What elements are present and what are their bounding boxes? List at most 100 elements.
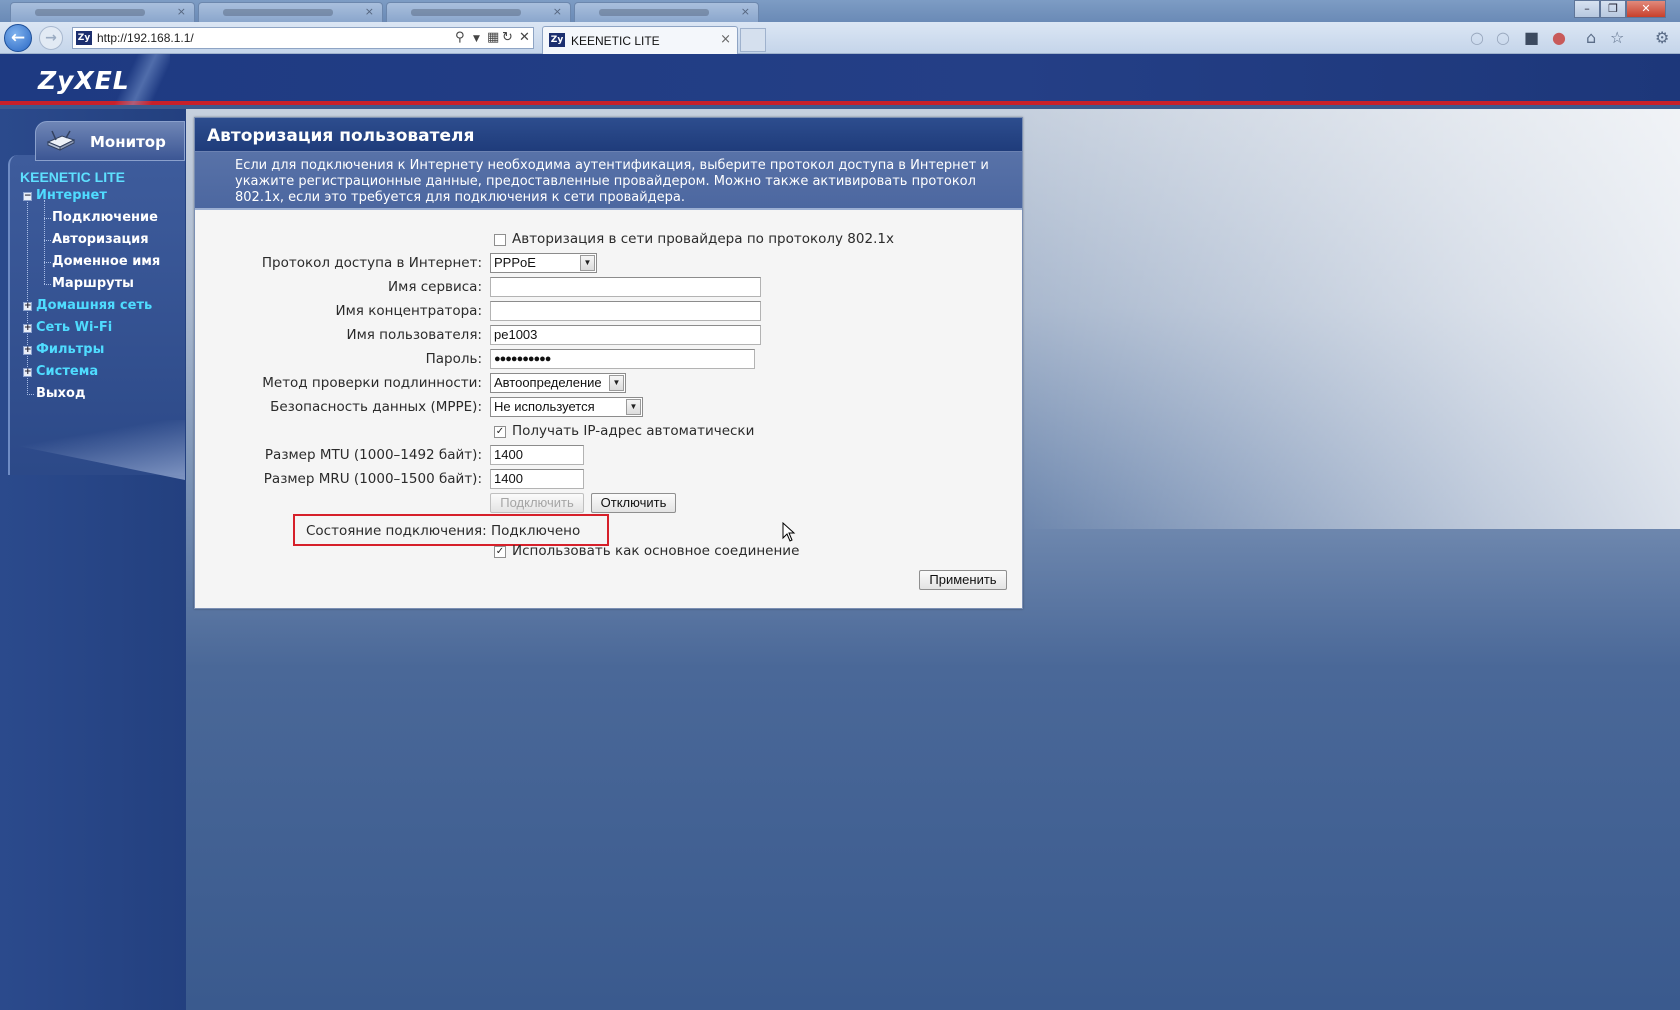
background-tab[interactable]: × [198,2,383,22]
sidebar-item-logout[interactable]: Выход [36,386,85,401]
concentrator-input[interactable] [490,301,761,321]
tab-title: KEENETIC LITE [571,34,660,48]
address-bar[interactable]: Zy http://192.168.1.1/ ⚲ ▼ ▦ ↻ ✕ [72,27,534,49]
stop-icon[interactable]: ✕ [519,30,530,45]
mtu-input[interactable]: 1400 [490,445,584,465]
tree-line [44,262,51,263]
mtu-label: Размер MTU (1000–1492 байт): [264,447,482,463]
sidebar-item-authorization[interactable]: Авторизация [52,232,149,247]
mru-input[interactable]: 1400 [490,469,584,489]
tree-line [44,284,51,285]
collapse-icon[interactable]: − [23,192,32,201]
background-tab[interactable]: × [574,2,759,22]
mru-label: Размер MRU (1000–1500 байт): [263,471,482,487]
refresh-icon[interactable]: ↻ [502,30,513,45]
sidebar-item-system[interactable]: Система [36,364,98,379]
expand-icon[interactable]: + [23,368,32,377]
tree-line [44,240,51,241]
expand-icon[interactable]: + [23,346,32,355]
tree-line [27,200,28,395]
new-tab-button[interactable] [740,28,766,52]
compatibility-icon[interactable]: ▦ [487,30,499,45]
apply-button[interactable]: Применить [919,570,1007,590]
expand-icon[interactable]: + [23,302,32,311]
gear-icon[interactable]: ⚙ [1655,28,1669,47]
auth-method-value: Автоопределение [494,375,602,390]
expand-icon[interactable]: + [23,324,32,333]
zyxel-favicon-icon: Zy [549,33,565,47]
username-label: Имя пользователя: [346,327,482,343]
browser-tabstrip: × × × × – ❐ ✕ [0,0,1680,22]
background-tab[interactable]: × [10,2,195,22]
browser-toolbar: ← → Zy http://192.168.1.1/ ⚲ ▼ ▦ ↻ ✕ Zy … [0,22,1680,54]
auto-ip-checkbox[interactable]: ✓ [494,426,506,438]
mppe-label: Безопасность данных (MPPE): [270,399,482,415]
close-icon[interactable]: × [720,32,731,47]
search-icon[interactable]: ⚲ [455,30,465,45]
dropdown-icon[interactable]: ▼ [473,34,480,44]
close-icon[interactable]: × [553,5,562,18]
auth-8021x-label: Авторизация в сети провайдера по протоко… [512,231,894,247]
connect-button[interactable]: Подключить [490,493,584,513]
url-text[interactable]: http://192.168.1.1/ [97,31,194,45]
password-label: Пароль: [425,351,482,367]
background-tab[interactable]: × [386,2,571,22]
sidebar-item-domain-name[interactable]: Доменное имя [52,254,160,269]
auth-8021x-checkbox[interactable] [494,234,506,246]
connection-status-text: Состояние подключения: Подключено [306,523,581,539]
service-name-input[interactable] [490,277,761,297]
monitor-button[interactable]: Монитор [35,121,185,161]
protocol-label: Протокол доступа в Интернет: [261,255,482,271]
sidebar-item-home-network[interactable]: Домашняя сеть [36,298,152,313]
primary-connection-checkbox[interactable]: ✓ [494,546,506,558]
sidebar-item-connection[interactable]: Подключение [52,210,158,225]
product-name: KEENETIC LITE [20,169,126,185]
favorites-star-icon[interactable]: ☆ [1610,28,1624,47]
mppe-select[interactable]: Не используется ▼ [490,397,643,417]
close-icon[interactable]: × [177,5,186,18]
auth-method-select[interactable]: Автоопределение ▼ [490,373,626,393]
sidebar-item-routes[interactable]: Маршруты [52,276,134,291]
extension-icon[interactable]: ○ [1470,28,1484,47]
minimize-button[interactable]: – [1574,0,1600,18]
sidebar-item-wifi[interactable]: Сеть Wi-Fi [36,320,112,335]
zyxel-logo: ZyXEL [38,66,130,95]
active-tab[interactable]: Zy KEENETIC LITE × [542,26,738,54]
extension-icon[interactable]: ■ [1524,28,1539,47]
auto-ip-label: Получать IP-адрес автоматически [512,423,755,439]
connection-status-box: Состояние подключения: Подключено [293,514,609,546]
sidebar-item-filters[interactable]: Фильтры [36,342,104,357]
tree-line [44,218,51,219]
panel-header: Авторизация пользователя [195,118,1022,152]
auth-method-label: Метод проверки подлинности: [262,375,482,391]
tree-line [27,394,34,395]
close-icon[interactable]: × [365,5,374,18]
dropdown-arrow-icon[interactable]: ▼ [580,255,595,271]
window-close-button[interactable]: ✕ [1626,0,1666,18]
username-input[interactable]: pe1003 [490,325,761,345]
concentrator-label: Имя концентратора: [335,303,482,319]
extension-icon[interactable]: ● [1552,28,1566,47]
back-button[interactable]: ← [4,24,32,52]
protocol-select[interactable]: PPPoE ▼ [490,253,597,273]
background-sheen [1025,109,1680,529]
dropdown-arrow-icon[interactable]: ▼ [626,399,641,415]
service-name-label: Имя сервиса: [388,279,482,295]
sidebar-item-internet[interactable]: Интернет [36,188,107,203]
disconnect-button[interactable]: Отключить [591,493,676,513]
extension-icon[interactable]: ○ [1496,28,1510,47]
dropdown-arrow-icon[interactable]: ▼ [609,375,624,391]
password-input[interactable]: ●●●●●●●●●● [490,349,755,369]
router-header: ZyXEL [0,54,1680,105]
home-icon[interactable]: ⌂ [1586,28,1596,47]
protocol-value: PPPoE [494,255,536,270]
forward-button[interactable]: → [39,26,63,50]
zyxel-favicon-icon: Zy [76,31,92,45]
tree-line [44,200,45,284]
close-icon[interactable]: × [741,5,750,18]
restore-button[interactable]: ❐ [1600,0,1626,18]
panel-title: Авторизация пользователя [207,126,475,146]
monitor-label: Монитор [90,133,166,151]
auth-settings-panel: Авторизация пользователя Если для подклю… [194,117,1023,609]
panel-description: Если для подключения к Интернету необход… [195,152,1022,210]
